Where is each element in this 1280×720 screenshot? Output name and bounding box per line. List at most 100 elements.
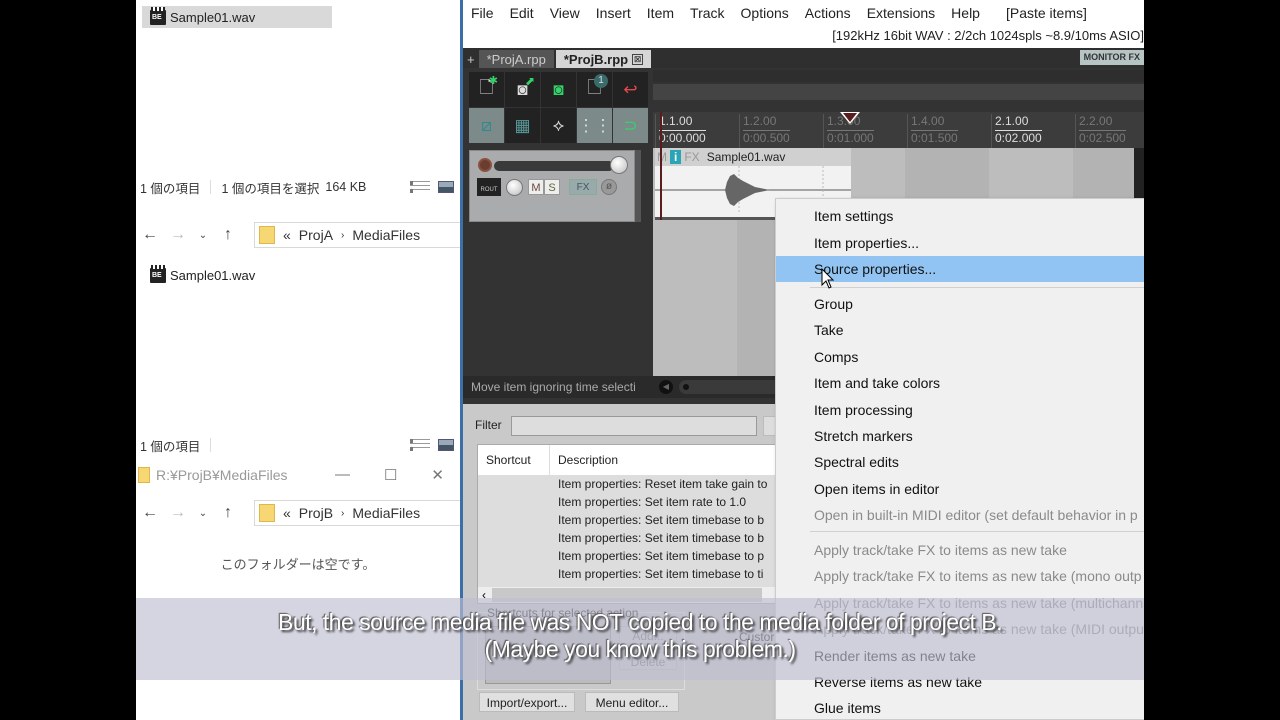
monitor-fx-button[interactable]: MONITOR FX — [1079, 50, 1144, 65]
item-header: M i FX Sample01.wav — [655, 148, 851, 166]
mute-button[interactable]: M — [528, 179, 544, 195]
path-segment-projb[interactable]: ProjB — [299, 505, 333, 521]
new-project-button[interactable]: 🗋 ✱ — [469, 72, 504, 107]
scroll-left-icon[interactable]: ◀ — [659, 380, 673, 394]
maximize-icon[interactable]: ☐ — [384, 466, 397, 484]
tab-close-icon[interactable]: ⊠ — [632, 53, 644, 65]
item-grouping-button[interactable]: ▦ — [505, 108, 540, 143]
details-view-icon[interactable] — [410, 439, 430, 451]
action-row[interactable]: Item properties: Set item rate to 1.0 — [478, 493, 776, 511]
recent-chevron-icon[interactable]: ⌄ — [192, 508, 214, 519]
up-arrow-icon[interactable]: ↑ — [214, 504, 242, 522]
back-arrow-icon[interactable]: ← — [136, 226, 164, 244]
menu-item-spectral-edits[interactable]: Spectral edits — [776, 449, 1144, 475]
forward-arrow-icon[interactable]: → — [164, 504, 192, 522]
path-overflow[interactable]: « — [283, 227, 291, 243]
file-item-sample01[interactable]: Sample01.wav — [142, 6, 332, 28]
menu-track[interactable]: Track — [690, 5, 724, 21]
menu-insert[interactable]: Insert — [596, 5, 631, 21]
item-mute-button[interactable]: M — [657, 150, 667, 164]
ripple-edit-button[interactable]: ⧄ — [469, 108, 504, 143]
recent-chevron-icon[interactable]: ⌄ — [192, 230, 214, 241]
menu-item[interactable]: Item — [647, 5, 674, 21]
large-icons-view-icon[interactable] — [438, 439, 454, 451]
undo-icon: ↩ — [623, 79, 638, 99]
envelope-points-button[interactable]: ⟡ — [541, 108, 576, 143]
record-arm-button[interactable] — [478, 158, 492, 172]
path-segment-proja[interactable]: ProjA — [299, 227, 333, 243]
marker-lane[interactable] — [653, 84, 1144, 100]
back-arrow-icon[interactable]: ← — [136, 504, 164, 522]
tab-projb[interactable]: *ProjB.rpp ⊠ — [555, 50, 652, 68]
minimize-icon[interactable]: — — [335, 466, 350, 484]
path-segment-mediafiles[interactable]: MediaFiles — [352, 505, 420, 521]
menu-file[interactable]: File — [471, 5, 494, 21]
phase-button[interactable]: ø — [601, 179, 617, 195]
menu-item-item-settings[interactable]: Item settings — [776, 203, 1144, 229]
large-icons-view-icon[interactable] — [438, 181, 454, 193]
column-shortcut[interactable]: Shortcut — [478, 445, 550, 475]
forward-arrow-icon[interactable]: → — [164, 226, 192, 244]
close-icon[interactable]: ✕ — [431, 466, 444, 484]
file-item-sample01[interactable]: Sample01.wav — [142, 264, 255, 286]
main-toolbar: 🗋 ✱ ◙ ⬈ ◙ 🗋 1 ↩ ⧄ ▦ ⟡ ⋮⋮ ⊃ — [469, 72, 648, 143]
menu-item-apply-fx-new-take: Apply track/take FX to items as new take — [814, 542, 1067, 558]
menu-item-take[interactable]: Take — [776, 317, 1144, 343]
solo-button[interactable]: S — [544, 179, 560, 195]
tab-proja[interactable]: *ProjA.rpp — [478, 50, 554, 68]
menu-item-group[interactable]: Group — [776, 291, 1144, 317]
menu-extensions[interactable]: Extensions — [867, 5, 935, 21]
playhead-marker-icon[interactable] — [840, 112, 860, 124]
save-project-button[interactable]: ◙ ⬈ — [505, 72, 540, 107]
address-bar[interactable]: « ProjB › MediaFiles — [254, 500, 460, 526]
action-row[interactable]: Item properties: Set item timebase to ti — [478, 565, 776, 583]
details-view-icon[interactable] — [410, 181, 430, 193]
lane-scrollbar[interactable] — [1134, 148, 1144, 198]
action-row[interactable]: Item properties: Set item timebase to b — [478, 511, 776, 529]
action-row[interactable]: Item properties: Reset item take gain to — [478, 475, 776, 493]
menu-view[interactable]: View — [550, 5, 580, 21]
file-name: Sample01.wav — [170, 267, 256, 283]
menu-actions[interactable]: Actions — [805, 5, 851, 21]
filter-input[interactable] — [511, 416, 757, 436]
address-bar[interactable]: « ProjA › MediaFiles — [254, 222, 460, 248]
item-fx-button[interactable]: FX — [684, 150, 699, 164]
menu-help[interactable]: Help — [951, 5, 980, 21]
path-overflow[interactable]: « — [283, 505, 291, 521]
path-segment-mediafiles[interactable]: MediaFiles — [352, 227, 420, 243]
menu-item-glue-items[interactable]: Glue items — [776, 695, 1144, 719]
up-arrow-icon[interactable]: ↑ — [214, 226, 242, 244]
audio-device-info[interactable]: [192kHz 16bit WAV : 2/2ch 1024spls ~8.9/… — [463, 26, 1144, 48]
item-info-button[interactable]: i — [670, 150, 682, 164]
volume-slider[interactable] — [494, 161, 614, 171]
pan-knob[interactable] — [506, 179, 523, 196]
menu-bar: File Edit View Insert Item Track Options… — [463, 0, 1144, 26]
explorer-window-proja: ← → ⌄ ↑ « ProjA › MediaFiles Sample01.wa… — [136, 200, 460, 462]
wav-file-icon — [150, 264, 166, 283]
import-export-button[interactable]: Import/export... — [479, 692, 575, 712]
route-button[interactable]: ROUT — [477, 178, 501, 196]
action-row[interactable]: Item properties: Set item timebase to p — [478, 547, 776, 565]
menu-item-item-processing[interactable]: Item processing — [776, 397, 1144, 423]
save-copy-button[interactable]: ◙ — [541, 72, 576, 107]
snap-button[interactable]: ⊃ — [613, 108, 648, 143]
menu-item-item-and-take-colors[interactable]: Item and take colors — [776, 370, 1144, 396]
menu-item-open-items-in-editor[interactable]: Open items in editor — [776, 476, 1144, 502]
menu-item-item-properties[interactable]: Item properties... — [776, 230, 1144, 256]
menu-edit[interactable]: Edit — [510, 5, 534, 21]
menu-item-comps[interactable]: Comps — [776, 344, 1144, 370]
undo-button[interactable]: ↩ — [613, 72, 648, 107]
fx-button[interactable]: FX — [569, 179, 597, 195]
window-title: R:¥ProjB¥MediaFiles — [156, 467, 288, 483]
timeline-ruler[interactable]: 1.1.00 0:00.000 1.2.00 0:00.500 1.3.00 0:01… — [653, 112, 1144, 148]
grid-button[interactable]: ⋮⋮ — [577, 108, 612, 143]
new-tab-button[interactable]: + — [463, 50, 479, 68]
volume-slider-handle[interactable] — [610, 156, 628, 174]
action-row[interactable]: Item properties: Set item timebase to b — [478, 529, 776, 547]
tcp-scrollbar[interactable] — [635, 150, 641, 222]
project-info-button[interactable]: 🗋 1 — [577, 72, 612, 107]
menu-editor-button[interactable]: Menu editor... — [585, 692, 679, 712]
menu-item-stretch-markers[interactable]: Stretch markers — [776, 423, 1144, 449]
column-description[interactable]: Description — [550, 453, 618, 467]
menu-options[interactable]: Options — [741, 5, 789, 21]
